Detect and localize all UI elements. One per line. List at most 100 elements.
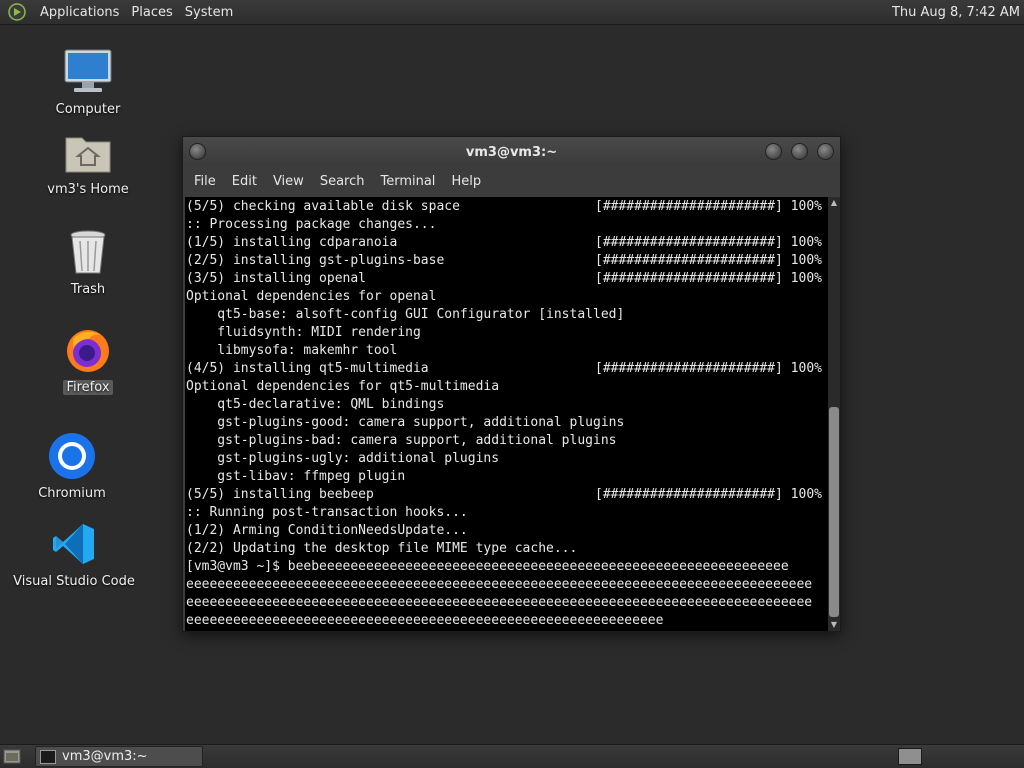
terminal-line: qt5-base: alsoft-config GUI Configurator…	[186, 306, 828, 324]
desktop-icon-chromium[interactable]: Chromium	[12, 428, 132, 501]
terminal-line-text: libmysofa: makemhr tool	[186, 343, 398, 358]
top-panel: Applications Places System Thu Aug 8, 7:…	[0, 0, 1024, 25]
progress-bar-text: [######################] 100%	[595, 199, 822, 214]
terminal-line: (1/2) Arming ConditionNeedsUpdate...	[186, 522, 828, 540]
computer-icon	[60, 44, 116, 100]
terminal-titlebar[interactable]: vm3@vm3:~	[183, 137, 840, 167]
home-folder-icon	[60, 124, 116, 180]
applications-menu[interactable]: Applications	[34, 5, 125, 20]
terminal-line: eeeeeeeeeeeeeeeeeeeeeeeeeeeeeeeeeeeeeeee…	[186, 594, 828, 612]
desktop-icon-label: Visual Studio Code	[13, 574, 135, 589]
progress-bar-text: [######################] 100%	[595, 361, 822, 376]
terminal-line: Optional dependencies for qt5-multimedia	[186, 378, 828, 396]
clock[interactable]: Thu Aug 8, 7:42 AM	[892, 5, 1020, 20]
desktop-icon-label: Trash	[70, 282, 106, 297]
terminal-icon	[40, 749, 56, 764]
terminal-title: vm3@vm3:~	[465, 144, 558, 160]
terminal-line-text: :: Running post-transaction hooks...	[186, 505, 468, 520]
terminal-line-text: gst-plugins-ugly: additional plugins	[186, 451, 500, 466]
terminal-line: :: Processing package changes...	[186, 216, 828, 234]
desktop-icon-label: Chromium	[38, 486, 106, 501]
terminal-line: (5/5) checking available disk space [####…	[186, 198, 828, 216]
terminal-line-text: :: Processing package changes...	[186, 217, 437, 232]
terminal-line-text: qt5-declarative: QML bindings	[186, 397, 445, 412]
desktop-icon-computer[interactable]: Computer	[28, 44, 148, 117]
terminal-line: (5/5) installing beebeep [###############…	[186, 486, 828, 504]
desktop-icon-firefox[interactable]: Firefox	[28, 322, 148, 395]
terminal-line: qt5-declarative: QML bindings	[186, 396, 828, 414]
taskbar-item-terminal[interactable]: vm3@vm3:~	[35, 746, 203, 767]
terminal-line-text: eeeeeeeeeeeeeeeeeeeeeeeeeeeeeeeeeeeeeeee…	[186, 613, 664, 628]
terminal-scrollbar[interactable]: ▲ ▼	[828, 197, 840, 631]
terminal-line-text: (2/5) installing gst-plugins-base	[186, 253, 445, 268]
terminal-line: [vm3@vm3 ~]$ beebeeeeeeeeeeeeeeeeeeeeeee…	[186, 558, 828, 576]
desktop-icon-trash[interactable]: Trash	[28, 224, 148, 297]
terminal-menubar: File Edit View Search Terminal Help	[183, 167, 840, 195]
desktop-icon-vscode[interactable]: Visual Studio Code	[13, 516, 135, 589]
terminal-line-text: (1/5) installing cdparanoia	[186, 235, 398, 250]
terminal-line-text: [vm3@vm3 ~]$ beebeeeeeeeeeeeeeeeeeeeeeee…	[186, 559, 789, 574]
terminal-line: (2/5) installing gst-plugins-base [######…	[186, 252, 828, 270]
terminal-line: gst-plugins-ugly: additional plugins	[186, 450, 828, 468]
terminal-line: (4/5) installing qt5-multimedia [########…	[186, 360, 828, 378]
terminal-line: eeeeeeeeeeeeeeeeeeeeeeeeeeeeeeeeeeeeeeee…	[186, 576, 828, 594]
minimize-button[interactable]	[765, 143, 782, 160]
menu-help[interactable]: Help	[443, 174, 489, 189]
progress-bar-text: [######################] 100%	[595, 271, 822, 286]
trash-icon	[60, 224, 116, 280]
system-menu[interactable]: System	[179, 5, 239, 20]
scrollbar-thumb[interactable]	[829, 407, 839, 617]
desktop-icon-label: Firefox	[63, 380, 113, 395]
terminal-line: (3/5) installing openal [################…	[186, 270, 828, 288]
terminal-line-text: (5/5) installing beebeep	[186, 487, 374, 502]
terminal-line-text: (1/2) Arming ConditionNeedsUpdate...	[186, 523, 468, 538]
main-menu-icon[interactable]	[6, 1, 28, 23]
bottom-panel: vm3@vm3:~	[0, 744, 1024, 768]
workspace-switcher[interactable]	[898, 748, 922, 765]
progress-bar-text: [######################] 100%	[595, 253, 822, 268]
terminal-line-text: (4/5) installing qt5-multimedia	[186, 361, 429, 376]
terminal-line: gst-libav: ffmpeg plugin	[186, 468, 828, 486]
menu-terminal[interactable]: Terminal	[372, 174, 443, 189]
terminal-output[interactable]: (5/5) checking available disk space [####…	[185, 197, 828, 631]
terminal-line-text: Optional dependencies for openal	[186, 289, 437, 304]
scroll-down-arrow-icon[interactable]: ▼	[829, 620, 839, 630]
terminal-line-text: Optional dependencies for qt5-multimedia	[186, 379, 500, 394]
terminal-line-text: gst-plugins-good: camera support, additi…	[186, 415, 625, 430]
maximize-button[interactable]	[791, 143, 808, 160]
menu-file[interactable]: File	[186, 174, 224, 189]
terminal-line: :: Running post-transaction hooks...	[186, 504, 828, 522]
terminal-line-text: fluidsynth: MIDI rendering	[186, 325, 421, 340]
terminal-line-text: (2/2) Updating the desktop file MIME typ…	[186, 541, 578, 556]
menu-view[interactable]: View	[265, 174, 312, 189]
terminal-line-text: (5/5) checking available disk space	[186, 199, 460, 214]
progress-bar-text: [######################] 100%	[595, 235, 822, 250]
terminal-line: gst-plugins-good: camera support, additi…	[186, 414, 828, 432]
desktop-icon-home[interactable]: vm3's Home	[28, 124, 148, 197]
terminal-line-text: eeeeeeeeeeeeeeeeeeeeeeeeeeeeeeeeeeeeeeee…	[186, 577, 813, 592]
terminal-line-text: eeeeeeeeeeeeeeeeeeeeeeeeeeeeeeeeeeeeeeee…	[186, 595, 813, 610]
firefox-icon	[60, 322, 116, 378]
window-menu-button[interactable]	[189, 143, 206, 160]
scroll-up-arrow-icon[interactable]: ▲	[829, 198, 839, 208]
desktop-icon-label: Computer	[55, 102, 121, 117]
close-button[interactable]	[817, 143, 834, 160]
terminal-line: gst-plugins-bad: camera support, additio…	[186, 432, 828, 450]
places-menu[interactable]: Places	[125, 5, 178, 20]
show-desktop-icon[interactable]	[3, 748, 21, 765]
taskbar-item-label: vm3@vm3:~	[62, 749, 148, 764]
desktop-icon-label: vm3's Home	[47, 182, 129, 197]
menu-search[interactable]: Search	[312, 174, 373, 189]
terminal-line: (1/5) installing cdparanoia [############…	[186, 234, 828, 252]
chromium-icon	[44, 428, 100, 484]
vscode-icon	[46, 516, 102, 572]
terminal-line-text: (3/5) installing openal	[186, 271, 367, 286]
terminal-line: libmysofa: makemhr tool	[186, 342, 828, 360]
terminal-line: Optional dependencies for openal	[186, 288, 828, 306]
terminal-line-text: gst-plugins-bad: camera support, additio…	[186, 433, 617, 448]
progress-bar-text: [######################] 100%	[595, 487, 822, 502]
terminal-line: fluidsynth: MIDI rendering	[186, 324, 828, 342]
menu-edit[interactable]: Edit	[224, 174, 265, 189]
terminal-window[interactable]: vm3@vm3:~ File Edit View Search Terminal…	[182, 136, 841, 632]
terminal-line-text: gst-libav: ffmpeg plugin	[186, 469, 406, 484]
